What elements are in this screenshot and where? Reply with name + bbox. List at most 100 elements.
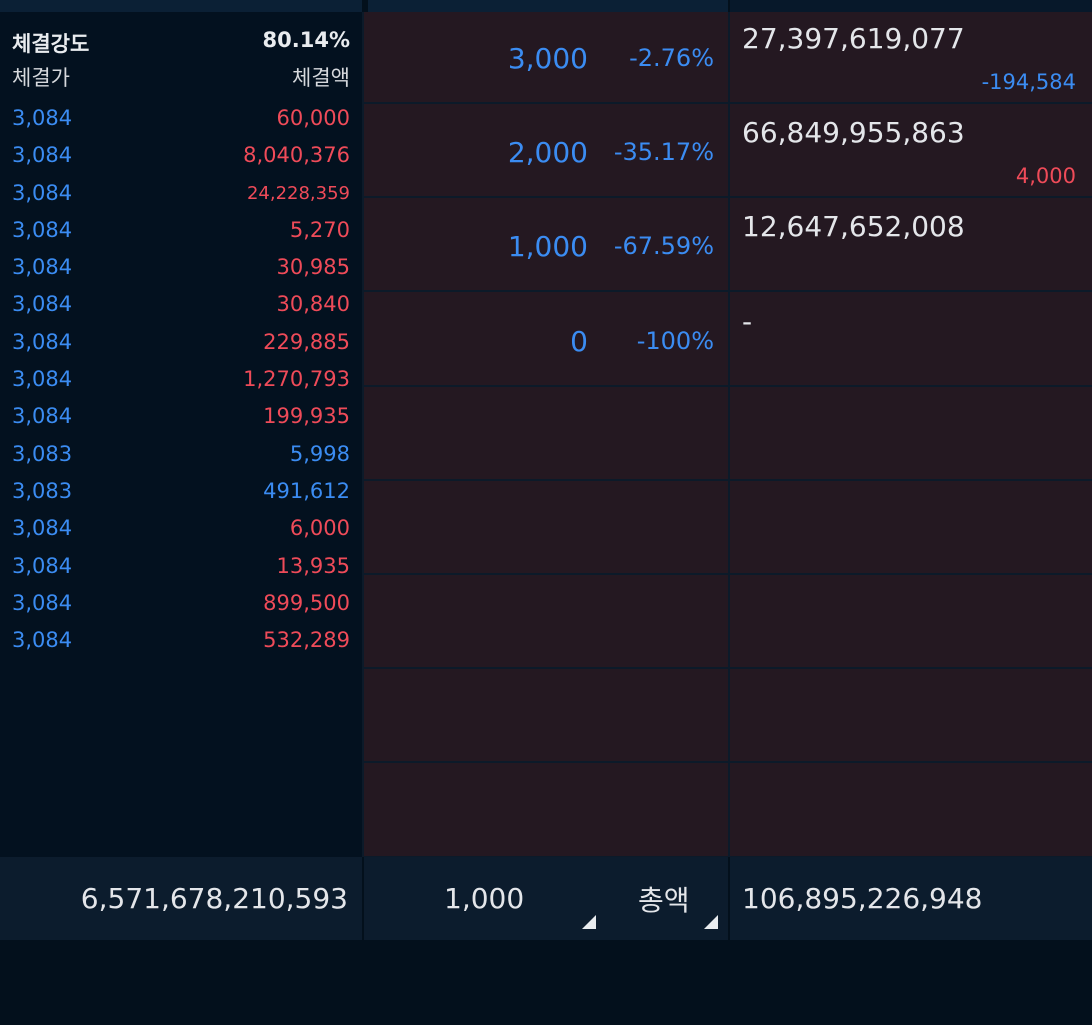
trade-price: 3,084 (12, 329, 73, 354)
volume-row: 12,647,652,008 (730, 200, 1092, 293)
trade-price: 3,084 (12, 180, 73, 205)
trade-price: 3,083 (12, 441, 73, 466)
volume-change: -194,584 (981, 70, 1076, 94)
trading-screen: 체결강도 80.14% 체결가 체결액 3,084 60,000 3,084 8,04… (0, 0, 1092, 1025)
trade-price: 3,084 (12, 404, 73, 429)
volume-row: - (730, 295, 1092, 387)
ladder-percent-change: -2.76% (629, 44, 714, 72)
trade-list: 3,084 60,000 3,084 8,040,376 3,084 24,228,359… (12, 104, 350, 663)
amount-type-selector[interactable]: 총액 (604, 857, 728, 940)
ladder-price: 2,000 (507, 136, 588, 170)
trade-row: 3,084 13,935 (12, 552, 350, 589)
amount-type-selector-value: 총액 (638, 884, 690, 917)
trade-row: 3,084 5,270 (12, 216, 350, 253)
total-volume: 106,895,226,948 (742, 882, 983, 915)
trade-row: 3,084 30,985 (12, 253, 350, 290)
volume-row (730, 766, 1092, 858)
trade-row: 3,084 532,289 (12, 626, 350, 663)
trade-amount: 30,985 (276, 255, 350, 280)
column-divider (362, 12, 364, 857)
trade-row: 3,084 6,000 (12, 514, 350, 551)
ladder-row[interactable] (364, 389, 728, 481)
ladder-percent-change: -67.59% (613, 232, 714, 261)
footer-area (0, 940, 1092, 1025)
summary-selectors: 1,000 총액 (364, 857, 728, 940)
trade-row: 3,083 491,612 (12, 477, 350, 514)
column-divider (728, 12, 730, 857)
ladder-price: 1,000 (507, 230, 588, 264)
summary-bar: 6,571,678,210,593 1,000 총액 106,895,226,9… (0, 857, 1092, 940)
ladder-row[interactable]: 0 -100% (364, 295, 728, 387)
trade-price: 3,084 (12, 553, 73, 578)
unit-selector-value: 1,000 (444, 882, 525, 915)
trade-price: 3,084 (12, 516, 73, 541)
ladder-row[interactable] (364, 671, 728, 764)
volume-change: 4,000 (1015, 164, 1076, 189)
trade-row: 3,084 899,500 (12, 589, 350, 626)
trade-strength-value: 80.14% (262, 28, 350, 52)
top-strip (0, 0, 1092, 12)
trade-amount: 8,040,376 (243, 143, 350, 168)
trade-amount: 5,270 (289, 217, 350, 242)
volume-row (730, 671, 1092, 764)
ladder-row[interactable] (364, 766, 728, 858)
trade-row: 3,083 5,998 (12, 440, 350, 477)
unit-selector[interactable]: 1,000 (364, 857, 604, 940)
ladder-price: 0 (570, 324, 588, 358)
total-trade-amount-cell: 6,571,678,210,593 (0, 857, 362, 940)
ladder-price: 3,000 (507, 42, 588, 75)
dropdown-corner-icon (582, 915, 596, 929)
trade-price: 3,083 (12, 478, 73, 503)
trade-price: 3,084 (12, 628, 73, 653)
volume-value: 27,397,619,077 (742, 22, 965, 55)
trade-price: 3,084 (12, 143, 73, 168)
summary-divider (728, 857, 730, 940)
trade-tick-panel[interactable]: 체결강도 80.14% 체결가 체결액 3,084 60,000 3,084 8,04… (0, 12, 362, 857)
top-strip-mid (368, 0, 728, 12)
volume-row: 66,849,955,863 4,000 (730, 106, 1092, 199)
top-strip-right (730, 0, 1092, 12)
ladder-row[interactable]: 2,000 -35.17% (364, 106, 728, 199)
trade-row: 3,084 24,228,359 (12, 179, 350, 216)
trade-amount: 199,935 (263, 404, 350, 429)
ladder-percent-change: -35.17% (613, 138, 714, 167)
trade-amount: 532,289 (263, 628, 350, 653)
trade-row: 3,084 229,885 (12, 328, 350, 365)
trade-amount-header: 체결액 (292, 66, 350, 90)
trade-price-header: 체결가 (12, 66, 70, 90)
trade-row: 3,084 30,840 (12, 290, 350, 327)
volume-value: 12,647,652,008 (742, 210, 965, 244)
trade-amount: 491,612 (263, 478, 350, 503)
ladder-row[interactable] (364, 483, 728, 575)
trade-row: 3,084 199,935 (12, 402, 350, 439)
trade-price: 3,084 (12, 367, 73, 392)
summary-divider (362, 857, 364, 940)
trade-amount: 60,000 (276, 106, 350, 130)
dropdown-corner-icon (704, 915, 718, 929)
trade-row: 3,084 60,000 (12, 104, 350, 141)
total-volume-cell: 106,895,226,948 (730, 857, 1092, 940)
trade-row: 3,084 1,270,793 (12, 365, 350, 402)
trade-amount: 899,500 (263, 590, 350, 615)
ladder-row[interactable] (364, 577, 728, 670)
trade-amount: 6,000 (289, 516, 350, 541)
trade-amount: 24,228,359 (246, 182, 350, 204)
trade-amount: 30,840 (276, 292, 350, 317)
trade-price: 3,084 (12, 255, 73, 280)
trade-price: 3,084 (12, 106, 73, 130)
trade-strength-row: 체결강도 80.14% (12, 28, 350, 56)
trade-header-row: 체결가 체결액 (12, 62, 350, 90)
volume-row: 27,397,619,077 -194,584 (730, 12, 1092, 104)
volume-value: 66,849,955,863 (742, 116, 965, 150)
ladder-row[interactable]: 1,000 -67.59% (364, 200, 728, 293)
trade-amount: 229,885 (263, 329, 350, 354)
trade-price: 3,084 (12, 217, 73, 242)
ladder-row[interactable]: 3,000 -2.76% (364, 12, 728, 104)
total-trade-amount: 6,571,678,210,593 (80, 882, 348, 915)
trade-amount: 13,935 (276, 553, 350, 578)
trade-price: 3,084 (12, 590, 73, 615)
price-ladder[interactable]: 3,000 -2.76% 2,000 -35.17% 1,000 -67.59% 0 -100… (364, 12, 728, 858)
trade-amount: 5,998 (289, 441, 350, 466)
volume-column[interactable]: 27,397,619,077 -194,584 66,849,955,863 4,00… (730, 12, 1092, 858)
trade-amount: 1,270,793 (243, 367, 350, 392)
